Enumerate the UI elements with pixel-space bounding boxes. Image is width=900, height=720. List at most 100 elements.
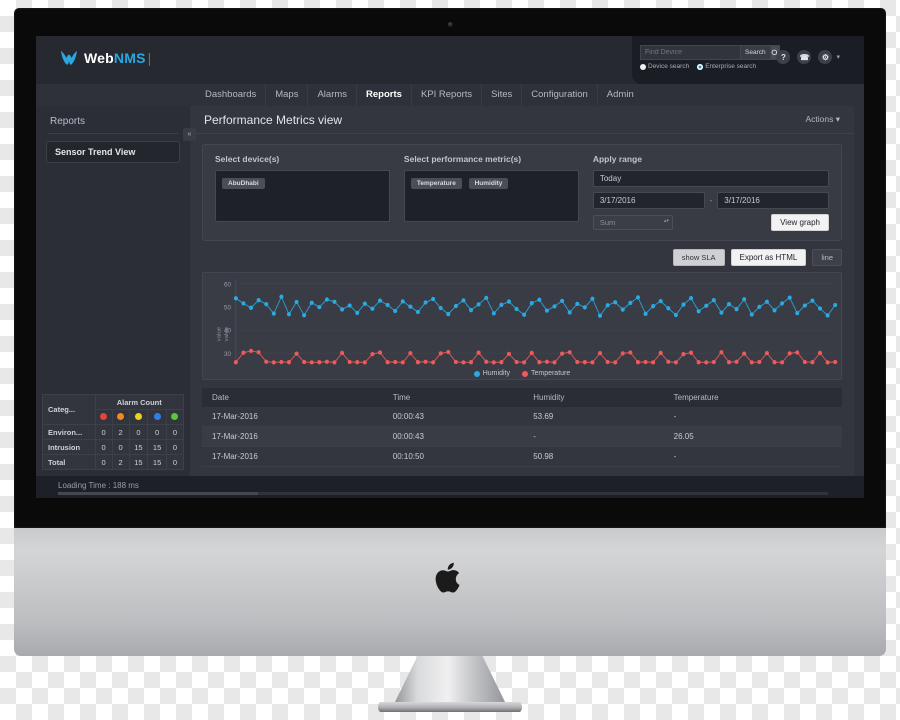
table-row[interactable]: 17-Mar-2016 00:10:50 50.98 - [202, 446, 842, 467]
aggregate-row: Sum View graph [592, 214, 829, 231]
metric-tag-temperature[interactable]: Temperature [410, 178, 462, 189]
legend-temperature[interactable]: Temperature [521, 370, 571, 377]
sidebar: « Reports Sensor Trend View Categ... Ala… [36, 106, 196, 498]
chart-svg: 30405060value value [217, 279, 838, 365]
nav-item-dashboards[interactable]: Dashboards [196, 84, 265, 106]
gear-icon[interactable]: ⚙ [818, 50, 833, 64]
actions-dropdown[interactable]: Actions ▾ [805, 114, 840, 125]
metric-tag-box[interactable]: Temperature Humidity [403, 170, 579, 222]
screen: WebNMS| Search [36, 36, 864, 498]
apple-logo-icon [435, 562, 460, 593]
legend-humidity[interactable]: Humidity [473, 370, 510, 377]
monitor-chin [14, 528, 886, 656]
radio-enterprise-search-dot [697, 63, 704, 70]
loading-time-text: Loading Time : 188 ms [58, 481, 139, 490]
top-bar: WebNMS| Search [36, 36, 864, 84]
range-preset-input[interactable] [592, 170, 829, 187]
content-area: Performance Metrics view Actions ▾ Selec… [190, 106, 854, 476]
alarm-cell: 0 [165, 424, 185, 440]
alarm-row-label: Environ... [42, 424, 96, 440]
severity-minor [128, 409, 149, 425]
imac-display: WebNMS| Search [14, 8, 886, 712]
svg-text:30: 30 [224, 351, 231, 358]
status-progress-fill [58, 492, 258, 495]
page-title: Performance Metrics view [204, 112, 343, 127]
table-row[interactable]: Intrusion 0 0 15 15 0 [42, 439, 185, 455]
nav-item-reports[interactable]: Reports [356, 84, 411, 111]
export-html-button[interactable]: Export as HTML [730, 249, 807, 266]
nav-item-alarms[interactable]: Alarms [307, 84, 356, 106]
alarm-cell: 0 [165, 439, 185, 455]
search-scope-options: Device search Enterprise search [640, 63, 774, 70]
metric-tag-humidity[interactable]: Humidity [468, 178, 509, 189]
help-icon[interactable]: ? [776, 50, 791, 64]
cell-time: 00:00:43 [382, 426, 524, 447]
radio-enterprise-search[interactable]: Enterprise search [697, 63, 756, 70]
phone-icon[interactable]: ☎ [797, 50, 812, 64]
chart-legend: Humidity Temperature [203, 370, 841, 377]
date-separator: - [709, 196, 713, 205]
alarm-cell: 0 [128, 424, 149, 440]
alarm-cell: 0 [111, 439, 130, 455]
device-selector: Select device(s) AbuDhabi [215, 154, 390, 231]
nav-item-admin[interactable]: Admin [596, 84, 643, 106]
logo[interactable]: WebNMS | [60, 50, 151, 66]
alarm-row-label: Intrusion [42, 439, 96, 455]
alarm-cell: 0 [94, 424, 113, 440]
metrics-data-table: Date Time Humidity Temperature 17-Mar-20… [202, 388, 842, 467]
nav-item-sites[interactable]: Sites [481, 84, 521, 106]
range-label: Apply range [592, 154, 642, 164]
table-row[interactable]: 17-Mar-2016 00:00:43 53.69 - [202, 407, 842, 427]
nav-item-maps[interactable]: Maps [265, 84, 307, 106]
radio-enterprise-search-label: Enterprise search [705, 63, 757, 70]
chevron-down-icon[interactable]: ▾ [836, 53, 840, 61]
radio-device-search[interactable]: Device search [640, 63, 689, 70]
webcam-icon [448, 22, 453, 27]
alarm-cell: 0 [147, 424, 167, 440]
show-sla-button[interactable]: show SLA [672, 249, 725, 266]
alarm-category-header: Categ... [42, 394, 96, 425]
header-icon-group: ? ☎ ⚙ ▾ [776, 50, 840, 64]
table-row[interactable]: Total 0 2 15 15 0 [42, 454, 185, 470]
range-selector: Apply range - Sum View graph [592, 154, 830, 231]
search-input[interactable] [640, 45, 740, 60]
chart-type-button[interactable]: line [812, 249, 842, 266]
table-header-row: Date Time Humidity Temperature [202, 388, 842, 407]
column-time: Time [382, 388, 524, 407]
table-row[interactable]: Environ... 0 2 0 0 0 [42, 424, 185, 440]
device-tag-box[interactable]: AbuDhabi [215, 170, 390, 222]
status-progress-track [58, 492, 828, 495]
cell-date: 17-Mar-2016 [202, 446, 383, 467]
alarm-cell: 15 [128, 439, 149, 455]
date-to-input[interactable] [717, 192, 830, 209]
svg-text:value: value [217, 326, 223, 341]
legend-humidity-label: Humidity [482, 370, 510, 377]
table-row[interactable]: 17-Mar-2016 00:00:43 - 26.05 [202, 426, 842, 447]
nav-item-kpi-reports[interactable]: KPI Reports [410, 84, 481, 106]
cell-temperature: - [663, 407, 842, 427]
webnms-logo-icon [61, 50, 77, 65]
page-header: Performance Metrics view Actions ▾ [190, 106, 854, 134]
cell-humidity: 50.98 [523, 446, 664, 467]
aggregate-select[interactable]: Sum [592, 215, 673, 230]
cell-date: 17-Mar-2016 [202, 426, 383, 447]
view-graph-button[interactable]: View graph [771, 214, 829, 231]
column-humidity: Humidity [523, 388, 664, 407]
search-button[interactable]: Search [740, 45, 771, 60]
device-tag[interactable]: AbuDhabi [222, 178, 265, 189]
device-label: Select device(s) [215, 154, 280, 164]
severity-major [111, 409, 130, 425]
legend-temperature-label: Temperature [530, 370, 571, 377]
alarm-count-header: Alarm Count [94, 394, 185, 410]
trend-chart[interactable]: 30 40 50 60 value value Humidity Temperature [202, 272, 842, 380]
cell-time: 00:10:50 [382, 446, 524, 467]
cell-humidity: 53.69 [523, 407, 664, 427]
metric-selector: Select performance metric(s) Temperature… [403, 154, 579, 231]
date-from-input[interactable] [592, 192, 705, 209]
alarm-cell: 15 [128, 454, 149, 470]
sidebar-item-sensor-trend-view[interactable]: Sensor Trend View [46, 141, 180, 163]
nav-item-configuration[interactable]: Configuration [521, 84, 597, 106]
svg-text:60: 60 [224, 281, 231, 288]
sidebar-collapse-button[interactable]: « [183, 128, 196, 141]
column-date: Date [202, 388, 383, 407]
